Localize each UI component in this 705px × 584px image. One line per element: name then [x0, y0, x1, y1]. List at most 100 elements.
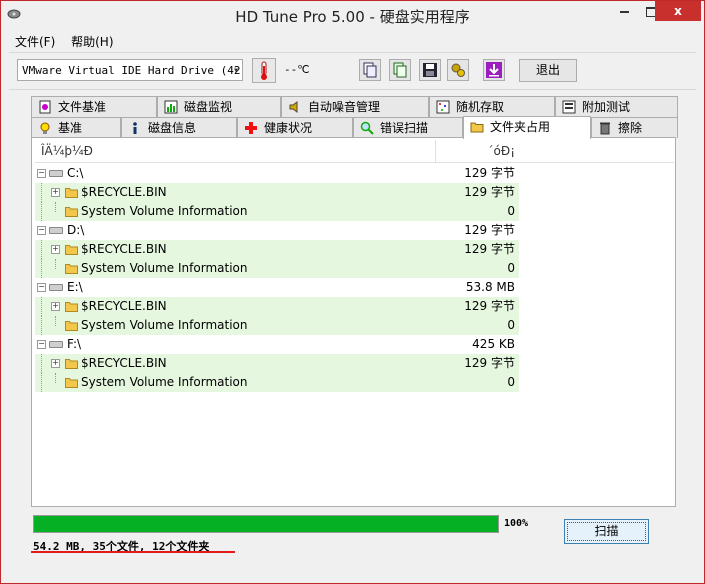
drive-icon	[49, 284, 63, 291]
copy-text-button[interactable]	[359, 59, 381, 81]
tree-line	[41, 297, 42, 316]
extra-tests-icon	[562, 100, 576, 114]
folder-row[interactable]: System Volume Information 0	[35, 202, 519, 221]
floppy-disk-icon	[423, 63, 437, 77]
minimize-icon	[619, 10, 629, 13]
tab-label: 磁盘信息	[148, 121, 197, 135]
collapse-icon[interactable]: −	[37, 169, 46, 178]
column-header-name[interactable]: ÎÄ¼þ¼Ð	[41, 144, 93, 158]
folder-row[interactable]: + $RECYCLE.BIN 129 字节	[35, 183, 519, 202]
tree-line	[41, 373, 42, 392]
tab-error-scan[interactable]: 错误扫描	[353, 117, 463, 138]
minimize-button[interactable]	[611, 1, 637, 21]
item-name: System Volume Information	[81, 261, 248, 275]
disk-monitor-icon	[164, 100, 178, 114]
tree-line	[41, 259, 42, 278]
temperature-readout: --℃	[284, 63, 310, 76]
app-window: HD Tune Pro 5.00 - 硬盘实用程序 x 文件(F) 帮助(H) …	[0, 0, 705, 584]
close-button[interactable]: x	[655, 1, 701, 21]
item-name: $RECYCLE.BIN	[81, 242, 167, 256]
tab-label: 错误扫描	[380, 121, 429, 135]
tab-benchmark[interactable]: 基准	[31, 117, 121, 138]
item-name: $RECYCLE.BIN	[81, 299, 167, 313]
tab-row-bottom: 基准 磁盘信息 健康状况 错误扫描 文件夹占用 擦除	[31, 116, 678, 139]
arrow-down-icon	[486, 62, 502, 78]
thermometer-icon	[261, 61, 267, 80]
item-size: 129 字节	[464, 223, 515, 237]
expand-icon[interactable]: +	[51, 359, 60, 368]
list-header: ÎÄ¼þ¼Ð ´óÐ¡	[35, 140, 674, 163]
folder-row[interactable]: System Volume Information 0	[35, 316, 519, 335]
folder-row[interactable]: + $RECYCLE.BIN 129 字节	[35, 297, 519, 316]
menu-bar: 文件(F) 帮助(H)	[9, 31, 120, 51]
item-size: 129 字节	[464, 356, 515, 370]
tree-line	[41, 202, 42, 221]
item-size: 129 字节	[464, 166, 515, 180]
tree-line	[55, 316, 56, 326]
drive-row[interactable]: − F:\ 425 KB	[35, 335, 519, 354]
temperature-button[interactable]	[252, 58, 276, 83]
tab-random-access[interactable]: 随机存取	[429, 96, 555, 117]
item-name: System Volume Information	[81, 375, 248, 389]
item-name: $RECYCLE.BIN	[81, 356, 167, 370]
menu-file[interactable]: 文件(F)	[9, 31, 61, 52]
exit-button[interactable]: 退出	[519, 59, 577, 82]
item-size: 425 KB	[472, 337, 515, 351]
collapse-icon[interactable]: −	[37, 283, 46, 292]
item-size: 129 字节	[464, 299, 515, 313]
folder-row[interactable]: System Volume Information 0	[35, 373, 519, 392]
trash-icon	[600, 122, 610, 135]
item-size: 129 字节	[464, 185, 515, 199]
focus-outline	[567, 522, 646, 541]
expand-icon[interactable]: +	[51, 188, 60, 197]
magnifier-icon	[360, 121, 374, 135]
menu-help[interactable]: 帮助(H)	[65, 31, 119, 52]
download-button[interactable]	[483, 59, 505, 81]
tab-label: 文件夹占用	[490, 120, 551, 134]
item-name: C:\	[67, 166, 84, 180]
item-size: 0	[507, 375, 515, 389]
options-button[interactable]	[447, 59, 469, 81]
title-bar[interactable]: HD Tune Pro 5.00 - 硬盘实用程序 x	[1, 1, 704, 31]
item-size: 0	[507, 204, 515, 218]
toolbar: VMware Virtual IDE Hard Drive (42 ▾ --℃	[9, 52, 696, 90]
collapse-icon[interactable]: −	[37, 340, 46, 349]
tab-disk-monitor[interactable]: 磁盘监视	[157, 96, 281, 117]
tree-line	[55, 202, 56, 212]
item-size: 0	[507, 318, 515, 332]
tab-label: 基准	[58, 121, 83, 135]
tab-erase[interactable]: 擦除	[591, 117, 678, 138]
expand-icon[interactable]: +	[51, 302, 60, 311]
scan-button[interactable]: 扫描	[564, 519, 649, 544]
folder-icon	[65, 359, 78, 369]
tab-label: 擦除	[618, 121, 643, 135]
tab-file-benchmark[interactable]: 文件基准	[31, 96, 157, 117]
drive-icon	[49, 170, 63, 177]
collapse-icon[interactable]: −	[37, 226, 46, 235]
folder-row[interactable]: System Volume Information 0	[35, 259, 519, 278]
item-size: 129 字节	[464, 242, 515, 256]
tab-extra-tests[interactable]: 附加测试	[555, 96, 678, 117]
folder-row[interactable]: + $RECYCLE.BIN 129 字节	[35, 354, 519, 373]
folder-icon	[65, 378, 78, 388]
tab-folder-usage[interactable]: 文件夹占用	[463, 116, 591, 139]
copy-all-button[interactable]	[389, 59, 411, 81]
tab-health[interactable]: 健康状况	[237, 117, 353, 138]
gears-icon	[451, 63, 465, 77]
column-header-size[interactable]: ´óÐ¡	[435, 140, 519, 162]
tab-noise-management[interactable]: 自动噪音管理	[281, 96, 429, 117]
save-button[interactable]	[419, 59, 441, 81]
item-name: E:\	[67, 280, 83, 294]
progress-fill	[34, 516, 498, 532]
folder-list-panel[interactable]: ÎÄ¼þ¼Ð ´óÐ¡ − C:\ 129 字节 + $RECYCLE.BIN 129 字…	[31, 137, 676, 507]
tab-disk-info[interactable]: 磁盘信息	[121, 117, 237, 138]
drive-row[interactable]: − C:\ 129 字节	[35, 164, 519, 183]
drive-select[interactable]: VMware Virtual IDE Hard Drive (42 ▾	[17, 59, 243, 81]
copy-icon	[363, 62, 377, 78]
drive-row[interactable]: − D:\ 129 字节	[35, 221, 519, 240]
expand-icon[interactable]: +	[51, 245, 60, 254]
folder-row[interactable]: + $RECYCLE.BIN 129 字节	[35, 240, 519, 259]
drive-icon	[49, 341, 63, 348]
progress-bar	[33, 515, 499, 533]
drive-row[interactable]: − E:\ 53.8 MB	[35, 278, 519, 297]
